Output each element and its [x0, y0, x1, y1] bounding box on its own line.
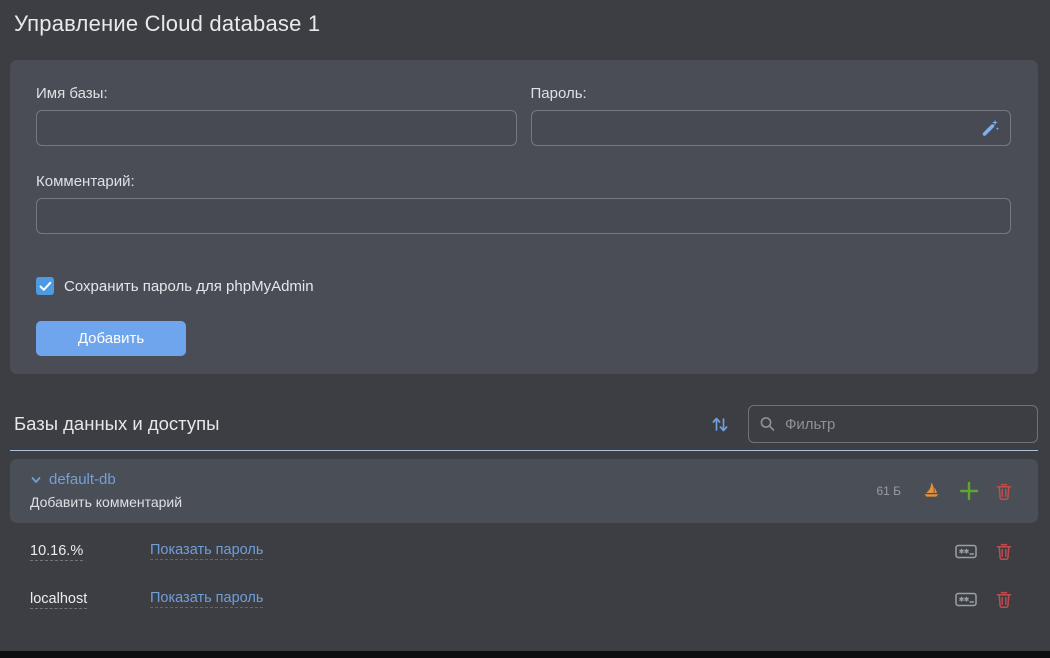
password-field-group: Пароль: [531, 85, 1012, 146]
db-name-input[interactable] [36, 110, 517, 146]
access-host: localhost [30, 591, 150, 607]
add-database-button[interactable]: Добавить [36, 321, 186, 356]
password-field-icon [955, 544, 977, 559]
delete-access-button[interactable] [996, 542, 1012, 560]
database-expand-toggle[interactable]: default-db [30, 471, 876, 488]
sort-arrows-icon [710, 413, 730, 435]
comment-input[interactable] [36, 198, 1011, 234]
plus-icon [959, 481, 979, 501]
sort-button[interactable] [708, 411, 732, 437]
chevron-down-icon [30, 474, 42, 486]
add-access-button[interactable] [959, 481, 979, 501]
comment-label: Комментарий: [36, 173, 1011, 190]
access-row: 10.16.% Показать пароль [10, 527, 1038, 575]
db-name-field-group: Имя базы: [36, 85, 517, 146]
trash-icon [996, 542, 1012, 560]
password-field-icon [955, 592, 977, 607]
trash-icon [996, 482, 1012, 500]
phpmyadmin-sail-icon [921, 480, 942, 501]
access-host-value[interactable]: 10.16.% [30, 543, 83, 561]
database-name[interactable]: default-db [49, 471, 116, 488]
access-row: localhost Показать пароль [10, 575, 1038, 623]
delete-access-button[interactable] [996, 590, 1012, 608]
trash-icon [996, 590, 1012, 608]
bottom-edge-strip [0, 651, 1050, 658]
generate-password-button[interactable] [978, 116, 1002, 140]
delete-database-button[interactable] [996, 482, 1012, 500]
page: Управление Cloud database 1 Имя базы: Па… [0, 0, 1050, 658]
change-password-button[interactable] [955, 592, 977, 607]
db-name-label: Имя базы: [36, 85, 517, 102]
access-host: 10.16.% [30, 543, 150, 559]
filter-field [748, 405, 1038, 443]
databases-section-title: Базы данных и доступы [10, 413, 708, 435]
database-card: default-db Добавить комментарий 61 Б [10, 459, 1038, 523]
save-password-label: Сохранить пароль для phpMyAdmin [64, 278, 314, 295]
checkmark-icon [39, 281, 52, 292]
filter-input[interactable] [748, 405, 1038, 443]
password-label: Пароль: [531, 85, 1012, 102]
databases-section-header: Базы данных и доступы [10, 405, 1038, 451]
database-card-actions: 61 Б [876, 480, 1012, 501]
access-host-value[interactable]: localhost [30, 591, 87, 609]
phpmyadmin-button[interactable] [921, 480, 942, 501]
show-password-link[interactable]: Показать пароль [150, 542, 263, 560]
show-password-link[interactable]: Показать пароль [150, 590, 263, 608]
database-size: 61 Б [876, 484, 901, 498]
password-input[interactable] [531, 110, 1012, 146]
comment-field-group: Комментарий: [36, 173, 1011, 234]
search-icon [759, 416, 776, 433]
create-database-panel: Имя базы: Пароль: [10, 60, 1038, 374]
change-password-button[interactable] [955, 544, 977, 559]
magic-wand-icon [980, 118, 1000, 138]
database-card-info: default-db Добавить комментарий [30, 471, 876, 510]
add-comment-link[interactable]: Добавить комментарий [30, 494, 876, 510]
save-password-row: Сохранить пароль для phpMyAdmin [36, 277, 1011, 295]
save-password-checkbox[interactable] [36, 277, 54, 295]
page-title: Управление Cloud database 1 [0, 0, 1050, 37]
